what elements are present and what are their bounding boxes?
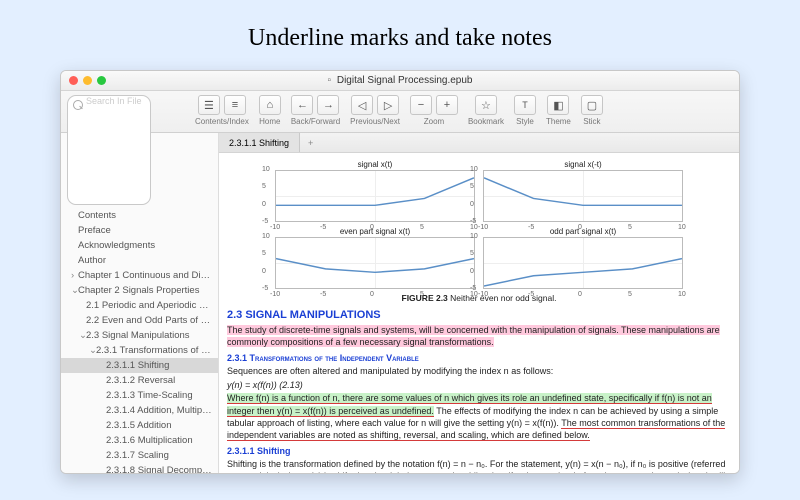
highlighted-paragraph[interactable]: The study of discrete-time signals and s… [227,324,731,348]
sidebar-item[interactable]: 2.1 Periodic and Aperiodic Se… [61,298,218,313]
sidebar-item[interactable]: ⌄2.3.1 Transformations of th… [61,343,218,358]
signal-chart: even part signal x(t)-10-50510-50510 [275,226,475,289]
zoom-in-button[interactable]: + [436,95,458,115]
theme-button[interactable]: ◧ [547,95,569,115]
stick-button[interactable]: ▢ [581,95,603,115]
equation: y(n) = x(f(n)) (2.13) [227,380,731,390]
sidebar-item[interactable]: 2.3.1.5 Addition [61,418,218,433]
previous-button[interactable]: ◁ [351,95,373,115]
style-button[interactable]: T [514,95,536,115]
book-icon: ▫ [328,75,332,86]
titlebar[interactable]: ▫ Digital Signal Processing.epub [61,71,739,91]
sidebar-item[interactable]: ⌄2.3 Signal Manipulations [61,328,218,343]
sidebar-item[interactable]: 2.3.1.7 Scaling [61,448,218,463]
sidebar-item[interactable]: ›Chapter 1 Continuous and Discr… [61,268,218,283]
next-button[interactable]: ▷ [377,95,399,115]
back-button[interactable]: ← [291,95,313,115]
app-window: ▫ Digital Signal Processing.epub Search … [60,70,740,474]
sidebar-item[interactable]: Preface [61,223,218,238]
promo-title: Underline marks and take notes [0,0,800,70]
sidebar-item[interactable]: 2.3.1.2 Reversal [61,373,218,388]
document-page[interactable]: signal x(t)-10-50510-50510signal x(-t)-1… [219,153,739,473]
signal-chart: signal x(-t)-10-50510-50510 [483,159,683,222]
toolbar: Search In File Search ☰ ≡ Contents/Index… [61,91,739,133]
tab-shifting[interactable]: 2.3.1.1 Shifting [219,133,300,152]
sidebar-item[interactable]: 2.3.1.8 Signal Decompo… [61,463,218,473]
signal-chart: odd part signal x(t)-10-50510-50510 [483,226,683,289]
bookmark-button[interactable]: ☆ [475,95,497,115]
sidebar-item[interactable]: ⌄Chapter 2 Signals Properties [61,283,218,298]
content-area: 2.3.1.1 Shifting + signal x(t)-10-50510-… [219,133,739,473]
sidebar-item[interactable]: Contents [61,208,218,223]
sidebar-item[interactable]: 2.3.1.3 Time-Scaling [61,388,218,403]
contents-button[interactable]: ☰ [198,95,220,115]
index-button[interactable]: ≡ [224,95,246,115]
sidebar-item[interactable]: 2.3.1.6 Multiplication [61,433,218,448]
forward-button[interactable]: → [317,95,339,115]
annotated-paragraph[interactable]: Where f(n) is a function of n, there are… [227,392,731,441]
sidebar-item[interactable]: Acknowledgments [61,238,218,253]
window-title-text: Digital Signal Processing.epub [337,75,473,86]
home-button[interactable]: ⌂ [259,95,281,115]
paragraph: Sequences are often altered and manipula… [227,365,731,377]
tab-bar: 2.3.1.1 Shifting + [219,133,739,153]
sidebar-item[interactable]: 2.2 Even and Odd Parts of a… [61,313,218,328]
window-title: ▫ Digital Signal Processing.epub [61,75,739,86]
sidebar-item[interactable]: 2.3.1.4 Addition, Multipli… [61,403,218,418]
section-heading: 2.3 SIGNAL MANIPULATIONS [227,309,731,321]
tab-add-button[interactable]: + [300,138,321,148]
paragraph: Shifting is the transformation defined b… [227,458,731,473]
signal-chart: signal x(t)-10-50510-50510 [275,159,475,222]
search-input[interactable]: Search In File [67,95,151,205]
sidebar-item[interactable]: 2.3.1.1 Shifting [61,358,218,373]
subsection-heading: 2.3.1 Transformations of the Independent… [227,353,731,363]
subsubsection-heading: 2.3.1.1 Shifting [227,446,731,456]
sidebar-item[interactable]: Author [61,253,218,268]
zoom-out-button[interactable]: − [410,95,432,115]
